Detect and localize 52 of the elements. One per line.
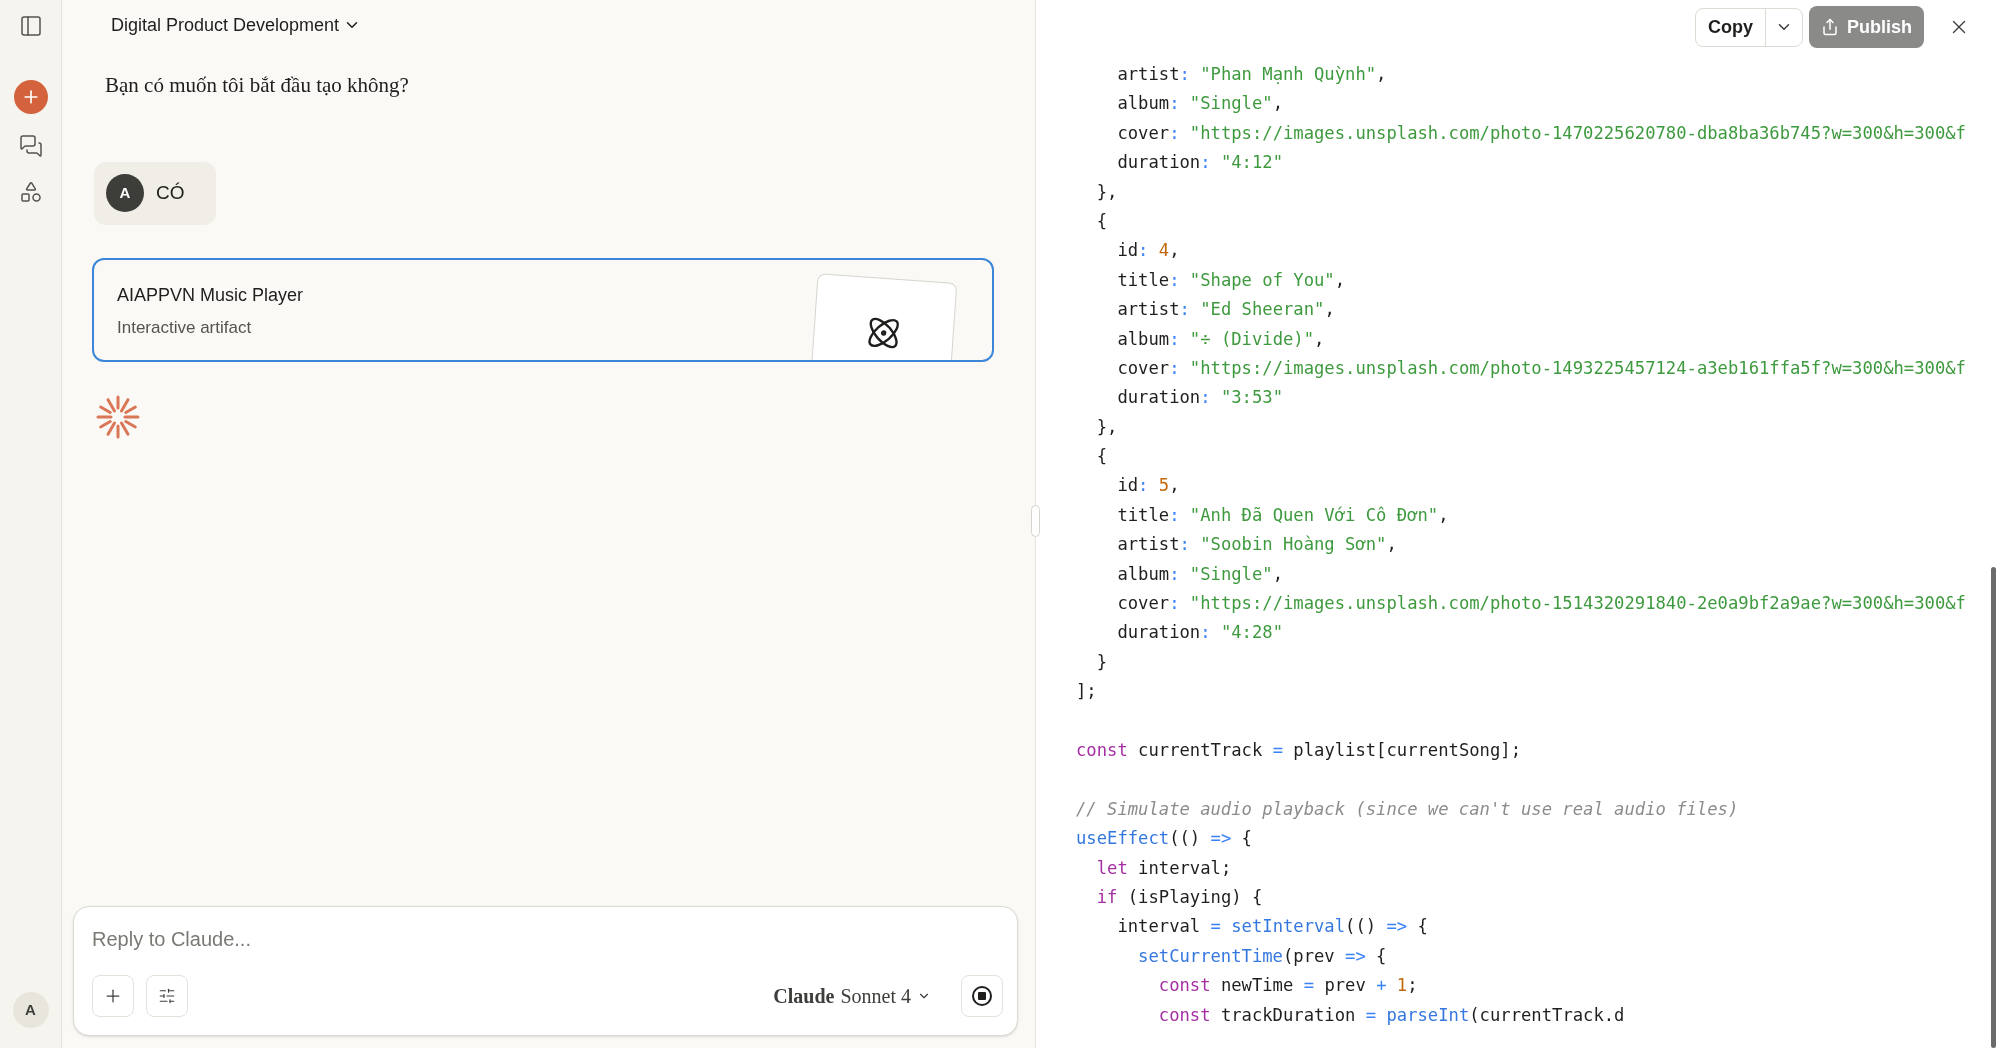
code-line: duration: "4:28"	[1116, 621, 1283, 645]
code-line: if (isPlaying) {	[1095, 885, 1263, 909]
artifacts-icon[interactable]	[18, 180, 43, 204]
code-line: cover: "https://images.unsplash.com/photo-1493225457124-a3eb161ffa5f?w=300&h=300&f	[1116, 356, 1966, 380]
code-line: id: 4,	[1116, 239, 1180, 263]
code-line: const currentTrack = playlist[currentSong];	[1076, 739, 1521, 762]
user-message-text: CÓ	[156, 180, 185, 205]
stop-icon	[972, 986, 992, 1006]
code-line: },	[1095, 180, 1118, 204]
loading-spinner-icon	[96, 394, 140, 439]
code-line: album: "Single",	[1116, 92, 1283, 116]
assistant-message: Bạn có muốn tôi bắt đầu tạo không?	[105, 72, 409, 99]
code-line: duration: "4:12"	[1116, 151, 1283, 175]
code-line: ];	[1076, 680, 1097, 704]
code-line: artist: "Ed Sheeran",	[1116, 298, 1335, 322]
code-line: // Simulate audio playback (since we can't use real audio files)	[1076, 797, 1739, 821]
sidebar-toggle-icon[interactable]	[18, 14, 43, 38]
chats-icon[interactable]	[18, 134, 43, 158]
code-line: interval = setInterval(() => {	[1116, 915, 1428, 939]
code-line: title: "Anh Đã Quen Với Cô Đơn",	[1116, 503, 1449, 527]
share-icon	[1821, 18, 1839, 36]
code-line: const trackDuration = parseInt(currentTrack.d	[1157, 1003, 1625, 1027]
code-line: cover: "https://images.unsplash.com/photo-1470225620780-dba8ba36b745?w=300&h=300&f	[1116, 121, 1966, 145]
code-line: artist: "Soobin Hoàng Sơn",	[1116, 533, 1397, 557]
sliders-icon	[158, 987, 176, 1005]
code-line: album: "÷ (Divide)",	[1116, 327, 1325, 351]
code-line: const newTime = prev + 1;	[1157, 974, 1418, 998]
code-line: let interval;	[1095, 856, 1232, 880]
artifact-title: AIAPPVN Music Player	[117, 283, 304, 307]
code-line: }	[1095, 650, 1108, 674]
new-chat-button[interactable]	[13, 80, 48, 114]
attach-button[interactable]	[92, 975, 134, 1017]
account-avatar[interactable]: A	[12, 992, 49, 1028]
reply-input[interactable]: Reply to Claude...	[92, 923, 999, 955]
code-line: {	[1095, 445, 1108, 469]
model-selector[interactable]: Claude Sonnet 4	[773, 981, 931, 1011]
code-line: duration: "3:53"	[1116, 386, 1283, 410]
code-line: artist: "Phan Mạnh Quỳnh",	[1116, 63, 1387, 86]
stop-button[interactable]	[961, 975, 1003, 1017]
artifact-card[interactable]: AIAPPVN Music Player Interactive artifact	[92, 257, 994, 362]
code-line: {	[1095, 209, 1108, 233]
tools-button[interactable]	[146, 975, 188, 1017]
code-line: album: "Single",	[1116, 562, 1283, 586]
project-selector[interactable]: Digital Product Development	[111, 11, 362, 39]
code-line: id: 5,	[1116, 474, 1180, 498]
code-line: useEffect(() => {	[1076, 827, 1252, 851]
code-line: setCurrentTime(prev => {	[1137, 944, 1387, 968]
user-avatar: A	[106, 174, 144, 212]
code-line: title: "Shape of You",	[1116, 268, 1346, 292]
artifact-subtitle: Interactive artifact	[117, 316, 253, 339]
code-line: cover: "https://images.unsplash.com/photo-1514320291840-2e0a9bf2a9ae?w=300&h=300&f	[1116, 592, 1966, 616]
code-line: },	[1095, 415, 1118, 439]
